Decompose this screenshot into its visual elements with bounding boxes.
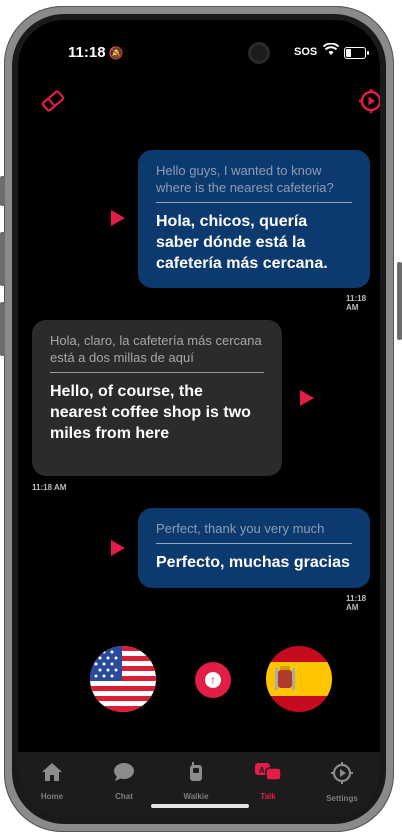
- chat-icon: [114, 763, 134, 781]
- us-flag-language-button[interactable]: [90, 646, 156, 712]
- walkie-icon: [190, 762, 202, 781]
- message-original-text: Hola, claro, la cafetería más cercana es…: [50, 333, 262, 365]
- divider: [50, 372, 264, 373]
- tab-home[interactable]: Home: [22, 762, 82, 801]
- arrow-up-icon: ↑: [205, 672, 221, 688]
- message-timestamp: 11:18 AM: [346, 294, 367, 312]
- message-bubble-incoming: Hola, claro, la cafetería más cercana es…: [32, 320, 282, 476]
- carrier-label: SOS: [294, 46, 318, 58]
- tab-talk[interactable]: A Talk: [238, 762, 298, 801]
- message-original-text: Perfect, thank you very much: [156, 521, 325, 536]
- svg-text:A: A: [259, 766, 265, 775]
- home-icon: [42, 763, 62, 781]
- status-bar: 11:18 🔕 SOS: [18, 42, 380, 66]
- divider: [156, 202, 352, 203]
- message-bubble-outgoing: Hello guys, I wanted to know where is th…: [138, 150, 370, 288]
- tab-walkie[interactable]: Walkie: [166, 762, 226, 801]
- battery-icon: [344, 47, 369, 59]
- play-button[interactable]: [300, 390, 314, 406]
- gear-play-icon[interactable]: [358, 88, 380, 114]
- wifi-icon: [322, 42, 340, 59]
- silent-bell-icon: 🔕: [108, 46, 124, 60]
- camera-icon: [248, 42, 270, 64]
- swap-languages-button[interactable]: ↑: [195, 662, 231, 698]
- message-bubble-outgoing: Perfect, thank you very much Perfecto, m…: [138, 508, 370, 588]
- message-original-text: Hello guys, I wanted to know where is th…: [156, 163, 334, 195]
- side-button-power: [397, 262, 402, 340]
- message-timestamp: 11:18 AM: [346, 594, 367, 612]
- side-button-action: [0, 176, 5, 206]
- message-translation-text: Hello, of course, the nearest coffee sho…: [50, 383, 251, 442]
- side-button-volume-up: [0, 232, 5, 286]
- play-button[interactable]: [111, 540, 125, 556]
- app-screen: 11:18 🔕 SOS Hello guys, I wanted to know …: [18, 20, 380, 818]
- message-timestamp: 11:18 AM: [32, 483, 67, 492]
- play-button[interactable]: [111, 210, 125, 226]
- tab-settings[interactable]: Settings: [312, 762, 372, 803]
- tab-bar: Home Chat Walkie A Talk Settings: [18, 752, 380, 818]
- tab-chat[interactable]: Chat: [94, 762, 154, 801]
- spain-flag-language-button[interactable]: [266, 646, 332, 712]
- settings-icon: [331, 762, 353, 784]
- message-translation-text: Perfecto, muchas gracias: [156, 554, 350, 571]
- side-button-volume-down: [0, 302, 5, 356]
- divider: [156, 543, 352, 544]
- eraser-icon[interactable]: [40, 88, 66, 114]
- status-time: 11:18 🔕: [68, 44, 124, 61]
- home-indicator[interactable]: [151, 804, 249, 808]
- talk-icon: A: [255, 763, 282, 781]
- message-translation-text: Hola, chicos, quería saber dónde está la…: [156, 213, 328, 272]
